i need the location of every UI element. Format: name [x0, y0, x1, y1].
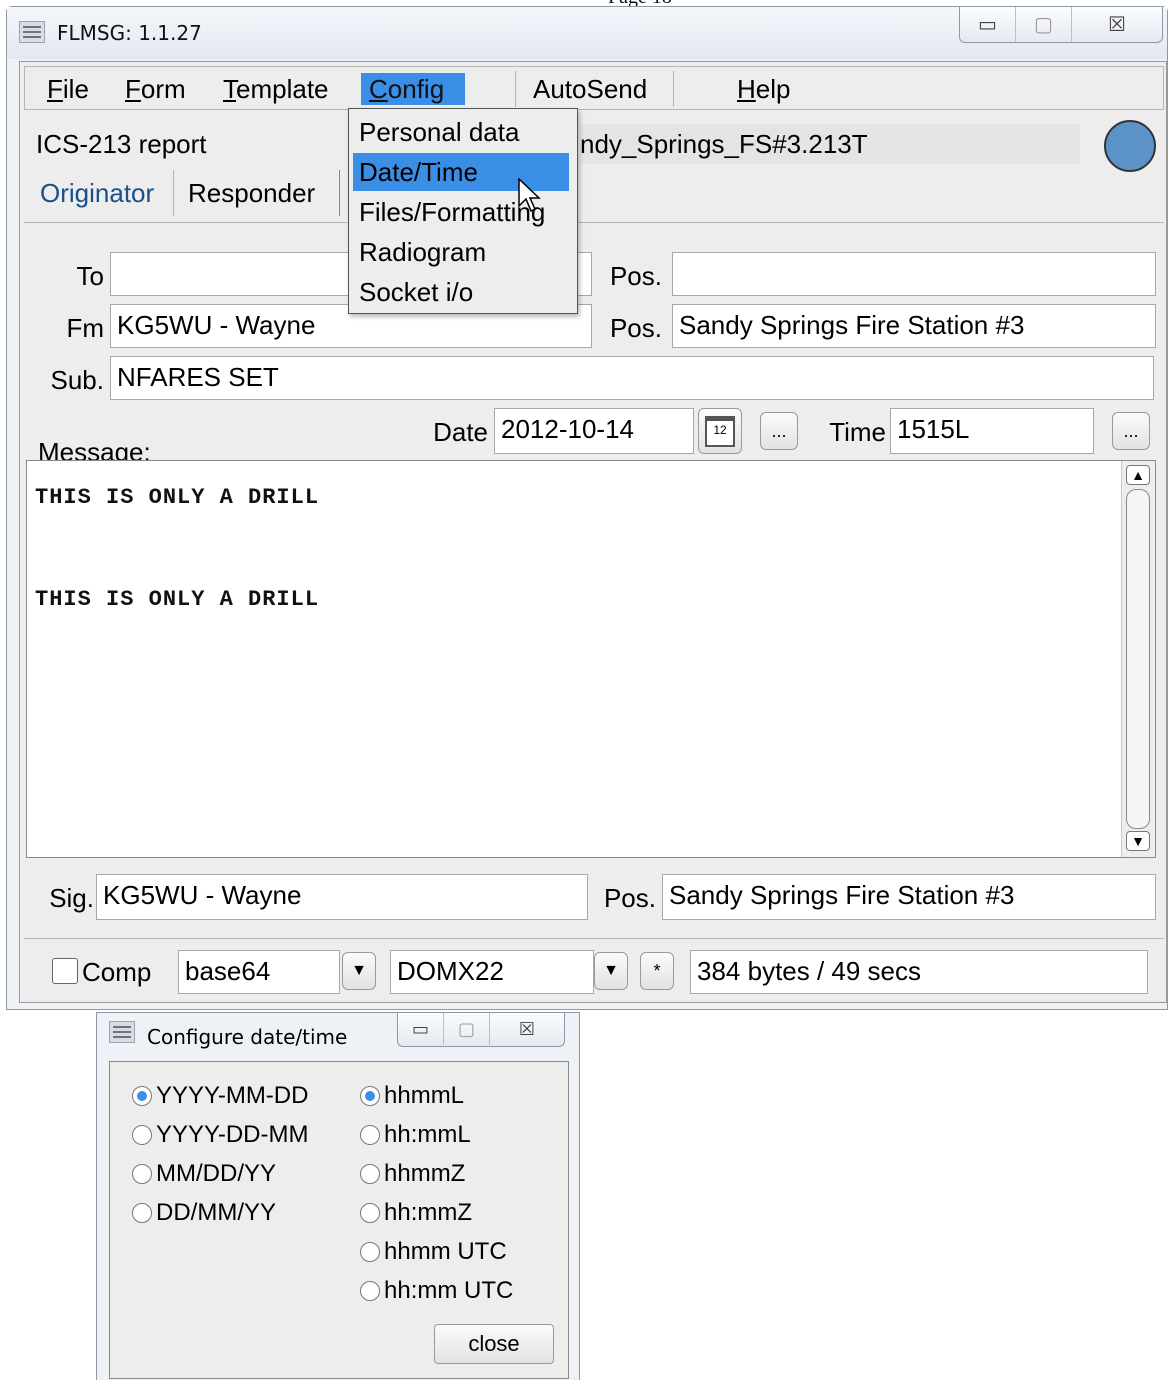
radio-time-hh-mmz[interactable]: hh:mmZ: [360, 1197, 472, 1229]
fm-pos-input[interactable]: Sandy Springs Fire Station #3: [672, 304, 1156, 348]
tab-responder[interactable]: Responder: [180, 170, 340, 216]
scroll-down-icon[interactable]: ▼: [1126, 831, 1150, 851]
date-input[interactable]: 2012-10-14: [494, 408, 694, 454]
window-title: FLMSG: 1.1.27: [57, 21, 202, 45]
scroll-up-icon[interactable]: ▲: [1126, 465, 1150, 485]
app-icon: [19, 21, 45, 43]
dialog-client: YYYY-MM-DD YYYY-DD-MM MM/DD/YY DD/MM/YY …: [109, 1061, 569, 1379]
date-label: Date: [433, 417, 488, 447]
radio-time-hh-mm-utc[interactable]: hh:mm UTC: [360, 1275, 513, 1307]
radio-dot: [360, 1125, 380, 1145]
radio-date-dd-mm-yy[interactable]: DD/MM/YY: [132, 1197, 276, 1229]
form-type: ICS-213 report: [36, 129, 207, 159]
radio-dot: [360, 1281, 380, 1301]
calendar-icon: 12: [705, 415, 735, 447]
date-format-button[interactable]: ...: [760, 412, 798, 450]
encoding-select[interactable]: base64: [178, 950, 340, 994]
maximize-icon[interactable]: ▢: [444, 1013, 490, 1045]
radio-time-hh-mml[interactable]: hh:mmL: [360, 1119, 471, 1151]
tab-originator[interactable]: Originator: [32, 170, 174, 216]
to-label: To: [76, 261, 104, 291]
menu-item-socket-io[interactable]: Socket i/o: [353, 273, 569, 311]
sig-label: Sig.: [49, 883, 94, 913]
time-label: Time: [829, 417, 886, 447]
configure-date-time-dialog: Configure date/time ▭ ▢ ☒ YYYY-MM-DD YYY…: [96, 1012, 580, 1380]
radio-date-yyyy-dd-mm[interactable]: YYYY-DD-MM: [132, 1119, 308, 1151]
scroll-thumb[interactable]: [1126, 489, 1150, 829]
radio-time-hhmm-utc[interactable]: hhmm UTC: [360, 1236, 507, 1268]
minimize-icon[interactable]: ▭: [960, 7, 1016, 42]
menu-bar: File Form Template Config AutoSend Help: [24, 66, 1164, 110]
fm-pos-label: Pos.: [609, 313, 662, 343]
close-icon[interactable]: ☒: [490, 1013, 564, 1045]
app-icon: [109, 1021, 135, 1043]
menu-divider: [515, 71, 516, 107]
comp-checkbox[interactable]: [52, 958, 78, 984]
maximize-icon[interactable]: ▢: [1016, 7, 1072, 42]
radio-time-hhmml[interactable]: hhmmL: [360, 1080, 464, 1112]
dialog-caption-buttons: ▭ ▢ ☒: [397, 1013, 565, 1047]
radio-date-yyyy-mm-dd[interactable]: YYYY-MM-DD: [132, 1080, 308, 1112]
radio-dot: [132, 1125, 152, 1145]
menu-file[interactable]: File: [39, 73, 97, 105]
minimize-icon[interactable]: ▭: [398, 1013, 444, 1045]
menu-template[interactable]: Template: [215, 73, 337, 105]
message-line: THIS IS ONLY A DRILL: [35, 485, 320, 510]
config-dropdown: Personal data Date/Time Files/Formatting…: [348, 108, 578, 314]
menu-form[interactable]: Form: [117, 73, 194, 105]
encoding-dropdown-icon[interactable]: ▼: [342, 952, 376, 990]
menu-item-personal-data[interactable]: Personal data: [353, 113, 569, 151]
menu-item-radiogram[interactable]: Radiogram: [353, 233, 569, 271]
subject-input[interactable]: NFARES SET: [110, 356, 1154, 400]
sig-pos-label: Pos.: [603, 883, 656, 913]
to-pos-input[interactable]: [672, 252, 1156, 296]
radio-dot: [360, 1164, 380, 1184]
caption-buttons: ▭ ▢ ☒: [959, 7, 1163, 43]
mouse-cursor-icon: [518, 178, 541, 213]
title-bar[interactable]: FLMSG: 1.1.27 ▭ ▢ ☒: [7, 7, 1167, 59]
close-button[interactable]: close: [434, 1324, 554, 1364]
tab-divider: [24, 222, 1164, 223]
sig-input[interactable]: KG5WU - Wayne: [96, 874, 588, 920]
radio-dot: [360, 1242, 380, 1262]
menu-autosend[interactable]: AutoSend: [525, 73, 655, 105]
radio-dot: [360, 1203, 380, 1223]
comp-label: Comp: [82, 957, 152, 987]
filename-display: ndy_Springs_FS#3.213T: [580, 124, 1080, 164]
message-scrollbar[interactable]: ▲ ▼: [1121, 461, 1155, 857]
status-indicator: [1104, 120, 1156, 172]
radio-date-mm-dd-yy[interactable]: MM/DD/YY: [132, 1158, 276, 1190]
time-format-button[interactable]: ...: [1112, 412, 1150, 450]
sub-label: Sub.: [50, 365, 105, 395]
sig-pos-input[interactable]: Sandy Springs Fire Station #3: [662, 874, 1156, 920]
time-input[interactable]: 1515L: [890, 408, 1094, 454]
radio-dot: [360, 1086, 380, 1106]
radio-time-hhmmz[interactable]: hhmmZ: [360, 1158, 465, 1190]
mode-select[interactable]: DOMX22: [390, 950, 594, 994]
to-pos-label: Pos.: [609, 261, 662, 291]
message-textarea[interactable]: THIS IS ONLY A DRILL THIS IS ONLY A DRIL…: [26, 460, 1156, 858]
dialog-title: Configure date/time: [147, 1025, 348, 1049]
calendar-button[interactable]: 12: [698, 408, 742, 454]
star-button[interactable]: *: [640, 952, 674, 990]
radio-dot: [132, 1164, 152, 1184]
fm-label: Fm: [66, 313, 104, 343]
menu-divider: [673, 71, 674, 107]
radio-dot: [132, 1203, 152, 1223]
close-icon[interactable]: ☒: [1072, 7, 1162, 42]
menu-help[interactable]: Help: [729, 73, 798, 105]
divider: [24, 938, 1164, 939]
message-line: THIS IS ONLY A DRILL: [35, 587, 320, 612]
radio-dot: [132, 1086, 152, 1106]
mode-dropdown-icon[interactable]: ▼: [594, 952, 628, 990]
size-info: 384 bytes / 49 secs: [690, 950, 1148, 994]
menu-config[interactable]: Config: [361, 73, 465, 105]
